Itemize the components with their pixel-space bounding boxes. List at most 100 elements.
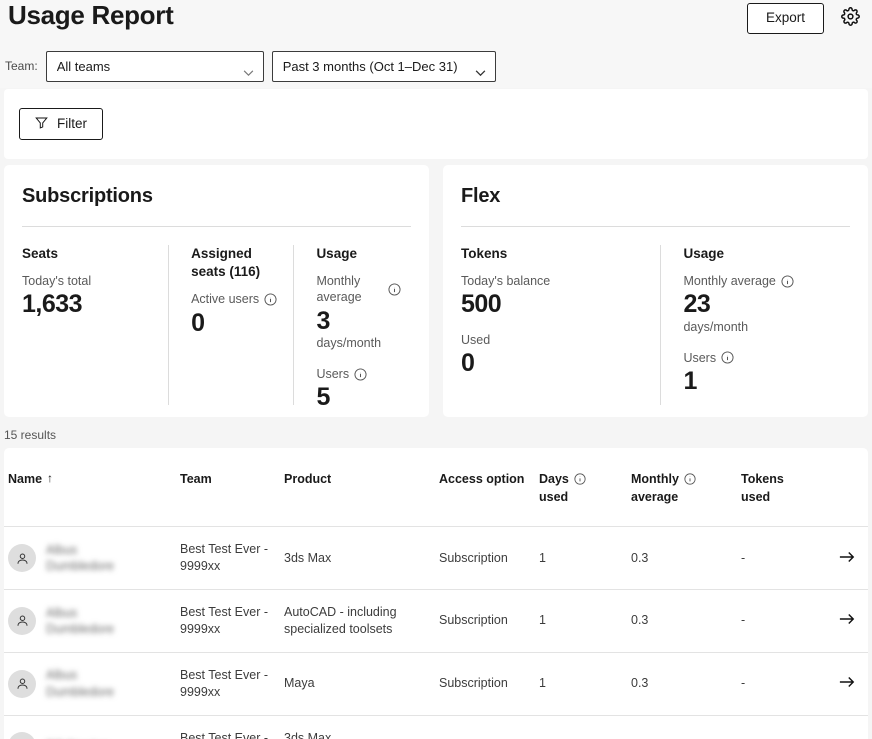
user-name: Albus Dumbledore	[46, 542, 115, 574]
cell-access-option: Subscription	[435, 652, 535, 716]
column-header-name-label: Name	[8, 472, 43, 486]
subscriptions-monthly-average-value: 3	[316, 306, 330, 335]
column-header-actions	[832, 448, 868, 528]
column-header-access-option[interactable]: Access option	[435, 448, 535, 528]
subscriptions-monthly-average-label-text: Monthly average	[316, 274, 362, 305]
subscriptions-users-label: Users	[316, 366, 401, 382]
flex-monthly-average-label-text: Monthly average	[683, 274, 776, 289]
cell-actions	[832, 526, 868, 590]
settings-button[interactable]	[838, 6, 862, 30]
cell-team: Best Test Ever - 9999xx	[176, 589, 280, 653]
subscriptions-monthly-average-unit: days/month	[316, 336, 382, 351]
table-row[interactable]: Albus Dumbledore Best Test Ever - 9999xx…	[4, 589, 868, 653]
flex-monthly-average-value: 23	[683, 290, 711, 319]
subscriptions-usage-heading: Usage	[316, 246, 357, 261]
assigned-seats-column: Assigned seats (116) Active users 0	[168, 245, 293, 405]
row-details-button[interactable]	[836, 610, 858, 632]
flex-card: Flex Tokens Today's balance 500 Used 0 U…	[443, 165, 868, 417]
flex-usage-heading: Usage	[683, 246, 724, 261]
info-icon[interactable]	[574, 472, 587, 486]
subscriptions-usage-column: Usage Monthly average 3 days/month Users…	[293, 245, 411, 411]
table-body: Albus Dumbledore Best Test Ever - 9999xx…	[4, 526, 868, 739]
column-header-name[interactable]: Name ↑	[4, 448, 176, 528]
info-icon[interactable]	[354, 368, 367, 381]
cell-product: 3ds Max	[280, 526, 435, 590]
column-header-days-used-label: Days	[539, 472, 569, 486]
column-header-monthly-average-line2: average	[631, 490, 679, 505]
row-details-button[interactable]	[836, 735, 858, 739]
header-actions: Export	[746, 3, 862, 34]
column-header-team[interactable]: Team	[176, 448, 280, 528]
row-details-button[interactable]	[836, 547, 858, 569]
avatar	[8, 544, 36, 573]
cell-days-used: 0	[535, 715, 627, 739]
avatar	[8, 732, 36, 739]
table-header-row: Name ↑ Team Product Access option Days u…	[4, 448, 868, 528]
product-name: 3ds Max	[284, 550, 332, 565]
active-users-label-text: Active users	[191, 292, 260, 307]
flex-monthly-average-unit: days/month	[683, 320, 749, 335]
period-select-wrapper: Past 3 months (Oct 1–Dec 31)	[271, 50, 496, 83]
cell-actions	[832, 589, 868, 653]
export-button[interactable]: Export	[746, 3, 824, 34]
tokens-used-value: 0	[461, 349, 475, 378]
cell-name: Bill Staging	[4, 715, 176, 739]
column-header-tokens-used-line1: Tokens	[741, 472, 784, 486]
tokens-heading: Tokens	[461, 246, 508, 261]
table-row[interactable]: Albus Dumbledore Best Test Ever - 9999xx…	[4, 652, 868, 716]
sort-ascending-icon: ↑	[47, 471, 54, 486]
column-header-tokens-used-line2: used	[741, 490, 771, 505]
info-icon[interactable]	[388, 283, 401, 296]
user-name: Albus Dumbledore	[46, 668, 115, 699]
results-count: 15 results	[4, 428, 57, 442]
team-select[interactable]: All teams	[45, 50, 264, 83]
avatar	[8, 669, 36, 698]
info-icon[interactable]	[781, 275, 794, 288]
divider	[22, 226, 411, 227]
usage-table: Name ↑ Team Product Access option Days u…	[4, 448, 868, 739]
cell-days-used: 1	[535, 526, 627, 590]
cell-monthly-average: 0	[627, 715, 737, 739]
results-table-card: Name ↑ Team Product Access option Days u…	[4, 448, 868, 739]
filters-row: Team: All teams Past 3 months (Oct 1–Dec…	[0, 45, 872, 88]
cell-team: Best Test Ever - 9999xx	[176, 715, 280, 739]
tokens-balance-label: Today's balance	[461, 274, 551, 289]
tokens-used-label: Used	[461, 333, 491, 348]
cell-product: AutoCAD - including specialized toolsets	[280, 589, 435, 653]
info-icon[interactable]	[684, 472, 697, 486]
info-icon[interactable]	[264, 293, 277, 306]
seats-today-total-value: 1,633	[22, 290, 83, 319]
product-name: Maya	[284, 676, 315, 691]
column-header-monthly-average[interactable]: Monthly average	[627, 448, 737, 528]
flex-users-label-text: Users	[683, 350, 717, 365]
team-select-wrapper: All teams	[45, 50, 264, 83]
period-select[interactable]: Past 3 months (Oct 1–Dec 31)	[271, 50, 496, 83]
cell-tokens-used: -	[737, 715, 832, 739]
subscriptions-metrics: Seats Today's total 1,633 Assigned seats…	[22, 245, 411, 411]
table-row[interactable]: Bill Staging Best Test Ever - 9999xx 3ds…	[4, 715, 868, 739]
column-header-tokens-used[interactable]: Tokens used	[737, 448, 832, 528]
active-users-value: 0	[191, 308, 205, 337]
divider	[461, 226, 850, 227]
cell-tokens-used: -	[737, 526, 832, 590]
gear-icon	[840, 7, 860, 29]
cell-team: Best Test Ever - 9999xx	[176, 526, 280, 590]
cell-monthly-average: 0.3	[627, 526, 737, 590]
product-name: 3ds Max	[284, 730, 332, 739]
cell-actions	[832, 652, 868, 716]
flex-monthly-average-label: Monthly average	[683, 273, 840, 289]
cell-product: 3ds Max Unassigned 12/13/2022	[280, 715, 435, 739]
filter-button[interactable]: Filter	[19, 107, 103, 141]
cell-name: Albus Dumbledore	[4, 589, 176, 653]
row-details-button[interactable]	[836, 673, 858, 695]
summary-cards-row: Subscriptions Seats Today's total 1,633 …	[4, 165, 868, 417]
subscriptions-card: Subscriptions Seats Today's total 1,633 …	[4, 165, 429, 417]
info-icon[interactable]	[721, 351, 734, 364]
column-header-days-used[interactable]: Days used	[535, 448, 627, 528]
cell-access-option: Subscription	[435, 589, 535, 653]
funnel-icon	[35, 116, 48, 133]
table-row[interactable]: Albus Dumbledore Best Test Ever - 9999xx…	[4, 526, 868, 590]
cell-access-option: Subscription	[435, 526, 535, 590]
column-header-product[interactable]: Product	[280, 448, 435, 528]
seats-today-total-label: Today's total	[22, 274, 92, 289]
